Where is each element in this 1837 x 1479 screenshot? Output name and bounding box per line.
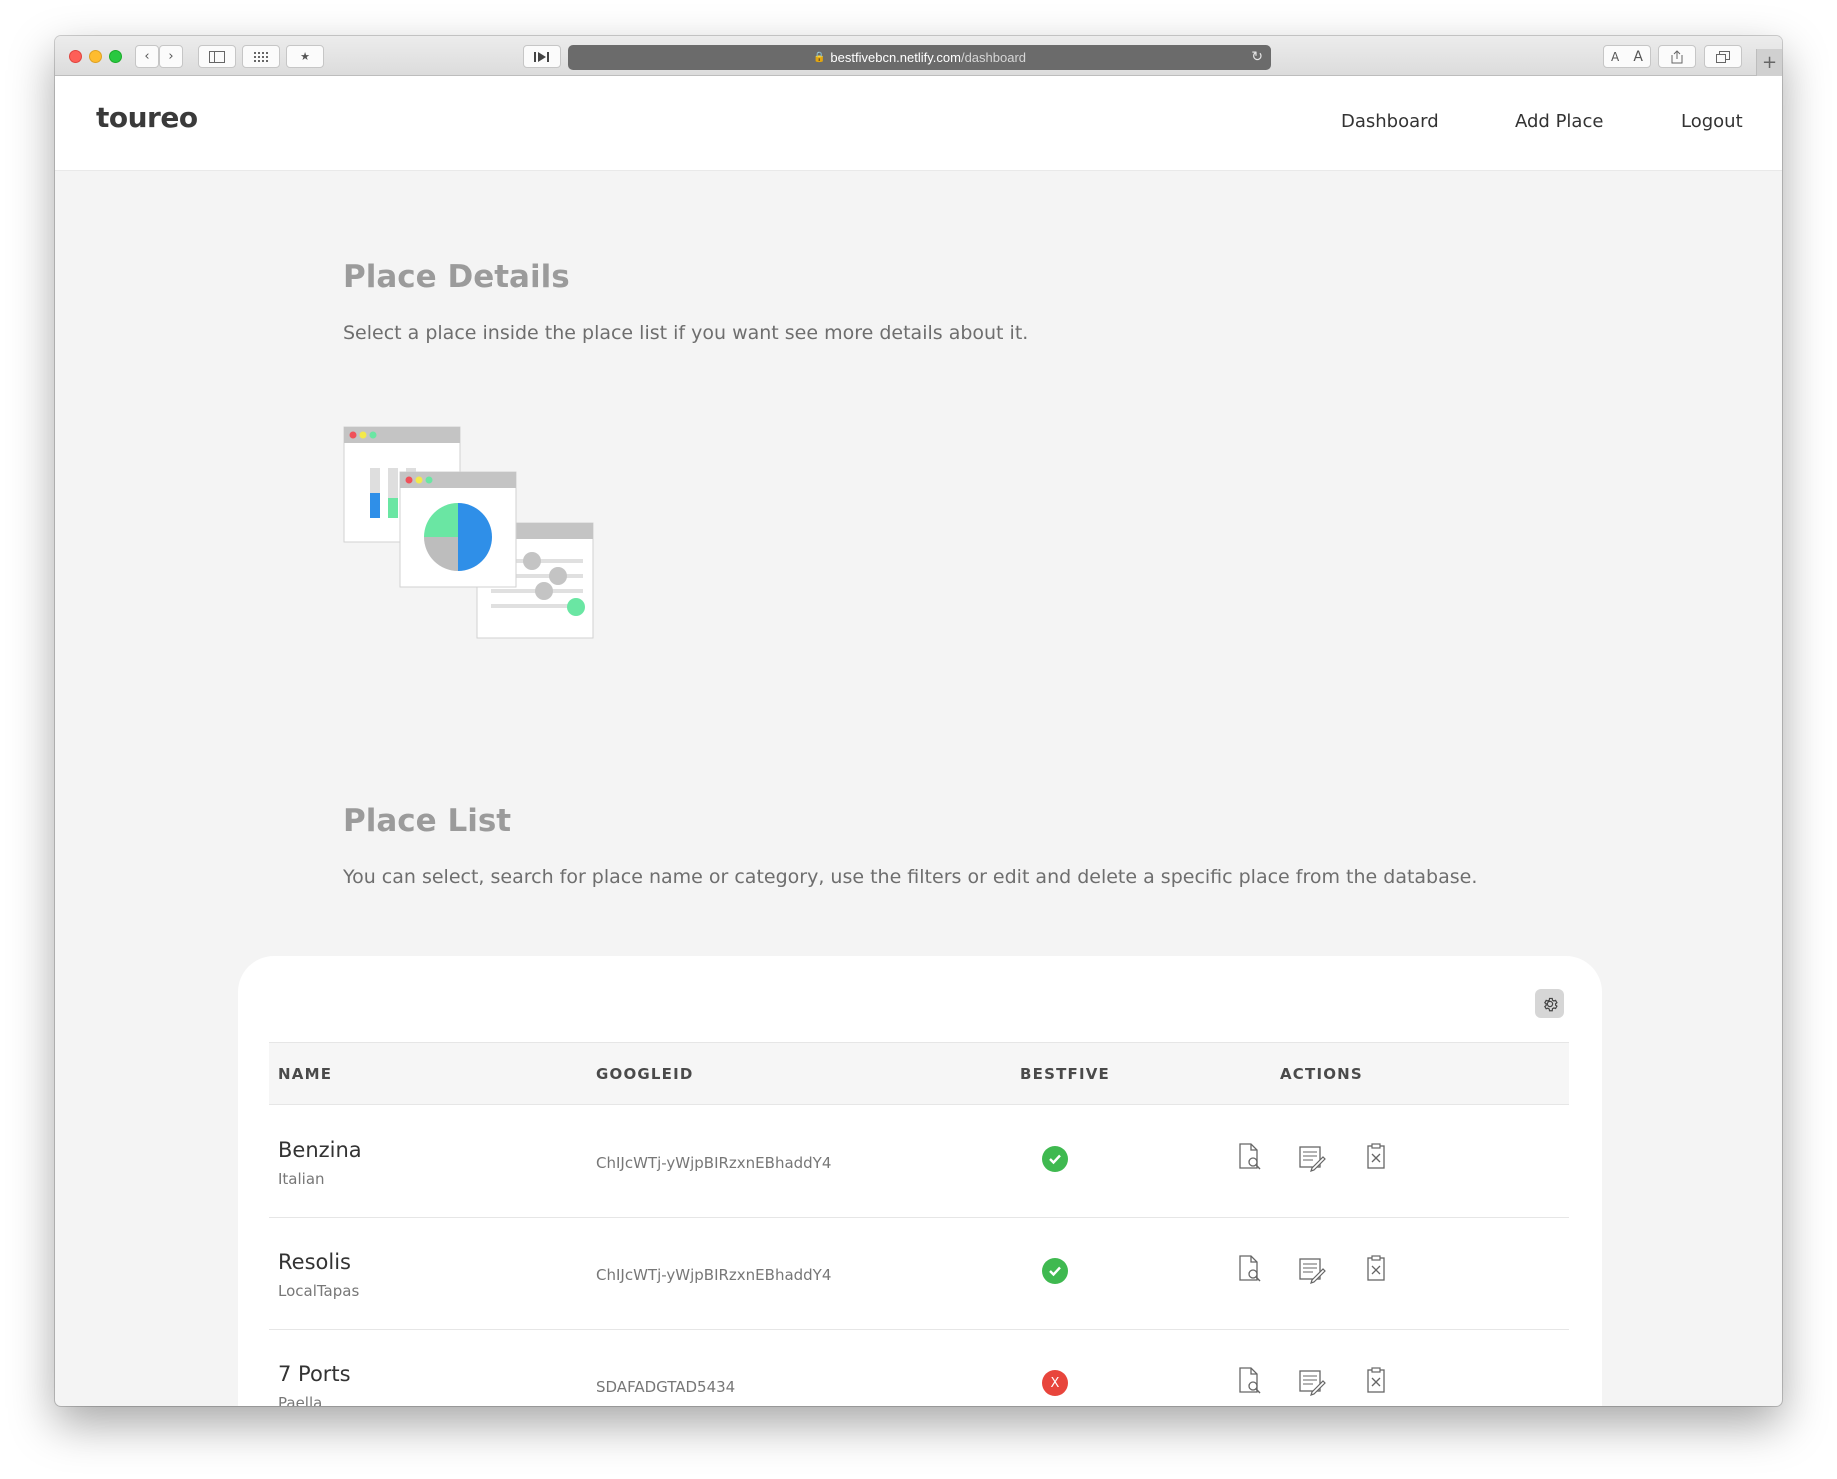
new-tab-button[interactable]: + bbox=[1756, 49, 1782, 76]
document-edit-icon bbox=[1299, 1146, 1326, 1172]
brand-logo[interactable]: toureo bbox=[96, 101, 198, 134]
view-place-button[interactable] bbox=[1236, 1254, 1264, 1284]
sidebar-icon bbox=[209, 50, 225, 63]
bestfive-status bbox=[1042, 1146, 1068, 1172]
place-category: Paella bbox=[278, 1394, 323, 1406]
delete-place-button[interactable] bbox=[1362, 1142, 1390, 1172]
clipboard-delete-icon bbox=[1367, 1367, 1385, 1393]
share-button[interactable] bbox=[1658, 45, 1696, 68]
check-circle-icon bbox=[1049, 1154, 1061, 1165]
place-list-title: Place List bbox=[343, 803, 512, 839]
nav-add-place-link[interactable]: Add Place bbox=[1515, 111, 1603, 132]
grid-icon bbox=[254, 51, 268, 62]
place-googleid: SDAFADGTAD5434 bbox=[596, 1378, 736, 1396]
show-tabs-button[interactable] bbox=[1704, 45, 1742, 68]
edit-place-button[interactable] bbox=[1298, 1142, 1326, 1172]
zoom-window-button[interactable] bbox=[109, 50, 122, 63]
close-window-button[interactable] bbox=[69, 50, 82, 63]
table-settings-button[interactable] bbox=[1535, 989, 1564, 1018]
place-details-title: Place Details bbox=[343, 259, 570, 295]
bookmarks-button[interactable]: ★ bbox=[286, 45, 324, 68]
dashboard-illustration bbox=[343, 426, 594, 639]
reader-button[interactable] bbox=[523, 45, 561, 68]
top-navbar: toureo Dashboard Add Place Logout bbox=[55, 76, 1782, 171]
url-host: bestfivebcn.netlify.com bbox=[830, 50, 961, 65]
url-path: /dashboard bbox=[960, 50, 1027, 65]
view-place-button[interactable] bbox=[1236, 1142, 1264, 1172]
place-name: Resolis bbox=[278, 1250, 351, 1274]
column-header-name[interactable]: NAME bbox=[278, 1065, 332, 1083]
star-icon: ★ bbox=[300, 50, 310, 63]
document-edit-icon bbox=[1299, 1370, 1326, 1396]
address-bar[interactable]: 🔒 bestfivebcn.netlify.com/dashboard ↻ bbox=[568, 45, 1271, 70]
browser-toolbar: ‹ › ★ 🔒 bestfivebcn.netlify.com/dashboar… bbox=[55, 36, 1782, 76]
column-header-actions: ACTIONS bbox=[1280, 1065, 1363, 1083]
nav-logout-link[interactable]: Logout bbox=[1681, 111, 1743, 132]
text-larger-icon: A bbox=[1633, 48, 1643, 65]
nav-dashboard-link[interactable]: Dashboard bbox=[1341, 111, 1439, 132]
text-smaller-icon: A bbox=[1611, 49, 1620, 64]
check-circle-icon bbox=[1049, 1266, 1061, 1277]
table-header: NAME GOOGLEID BESTFIVE ACTIONS bbox=[269, 1042, 1569, 1105]
table-row[interactable]: 7 Ports Paella SDAFADGTAD5434 X bbox=[269, 1330, 1569, 1406]
clipboard-delete-icon bbox=[1367, 1143, 1385, 1169]
back-button[interactable]: ‹ bbox=[135, 45, 159, 68]
text-size-button[interactable]: AA bbox=[1603, 45, 1651, 68]
place-googleid: ChIJcWTj-yWjpBIRzxnEBhaddY4 bbox=[596, 1154, 832, 1172]
reader-skip-icon bbox=[534, 51, 549, 62]
chevron-right-icon: › bbox=[168, 49, 174, 64]
x-circle-icon: X bbox=[1050, 1375, 1060, 1391]
gear-icon bbox=[1543, 997, 1558, 1011]
document-edit-icon bbox=[1299, 1258, 1326, 1284]
forward-button[interactable]: › bbox=[159, 45, 183, 68]
column-header-googleid[interactable]: GOOGLEID bbox=[596, 1065, 694, 1083]
view-place-button[interactable] bbox=[1236, 1366, 1264, 1396]
column-header-bestfive[interactable]: BESTFIVE bbox=[1020, 1065, 1110, 1083]
table-row[interactable]: Benzina Italian ChIJcWTj-yWjpBIRzxnEBhad… bbox=[269, 1106, 1569, 1218]
place-category: Italian bbox=[278, 1170, 325, 1188]
edit-place-button[interactable] bbox=[1298, 1366, 1326, 1396]
edit-place-button[interactable] bbox=[1298, 1254, 1326, 1284]
document-search-icon bbox=[1239, 1367, 1261, 1394]
place-details-description: Select a place inside the place list if … bbox=[343, 322, 1029, 344]
bestfive-status bbox=[1042, 1258, 1068, 1284]
bestfive-status: X bbox=[1042, 1370, 1068, 1396]
document-search-icon bbox=[1239, 1255, 1261, 1282]
tab-overview-button[interactable] bbox=[242, 45, 280, 68]
delete-place-button[interactable] bbox=[1362, 1366, 1390, 1396]
place-name: Benzina bbox=[278, 1138, 362, 1162]
chevron-left-icon: ‹ bbox=[144, 49, 150, 64]
table-row[interactable]: Resolis LocalTapas ChIJcWTj-yWjpBIRzxnEB… bbox=[269, 1218, 1569, 1330]
place-list-description: You can select, search for place name or… bbox=[343, 866, 1478, 888]
sidebar-toggle-button[interactable] bbox=[198, 45, 236, 68]
place-googleid: ChIJcWTj-yWjpBIRzxnEBhaddY4 bbox=[596, 1266, 832, 1284]
reload-icon[interactable]: ↻ bbox=[1251, 48, 1263, 65]
minimize-window-button[interactable] bbox=[89, 50, 102, 63]
browser-window: ‹ › ★ 🔒 bestfivebcn.netlify.com/dashboar… bbox=[55, 36, 1782, 1406]
plus-icon: + bbox=[1761, 52, 1778, 73]
share-icon bbox=[1671, 49, 1683, 63]
place-name: 7 Ports bbox=[278, 1362, 351, 1386]
clipboard-delete-icon bbox=[1367, 1255, 1385, 1281]
tabs-icon bbox=[1716, 50, 1730, 63]
lock-icon: 🔒 bbox=[812, 52, 826, 63]
delete-place-button[interactable] bbox=[1362, 1254, 1390, 1284]
place-category: LocalTapas bbox=[278, 1282, 360, 1300]
document-search-icon bbox=[1239, 1143, 1261, 1170]
